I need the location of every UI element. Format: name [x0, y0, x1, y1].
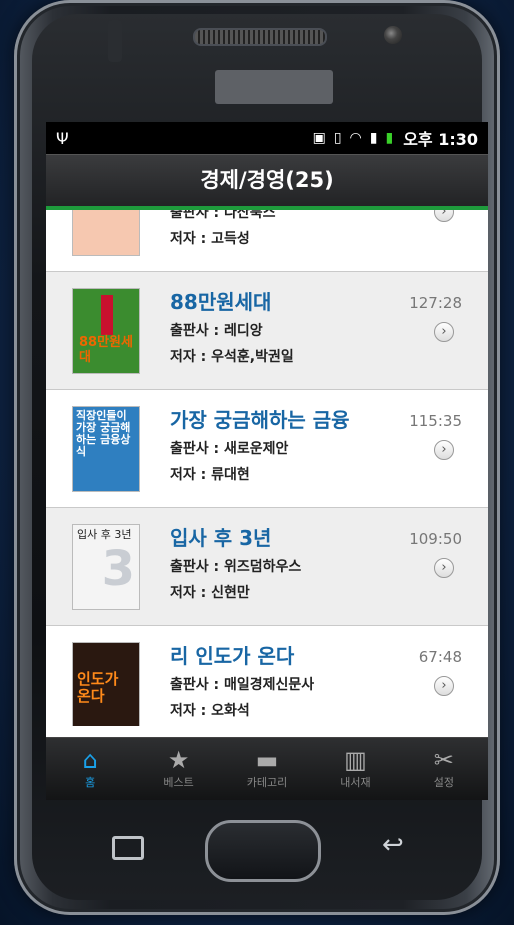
vibrate-icon: ▯ [333, 130, 342, 146]
phone-label-area [215, 70, 333, 104]
battery-icon: ▮ [385, 130, 394, 146]
book-duration: 115:35 [409, 412, 462, 430]
book-publisher: 출판사 : 새로운제안 [170, 441, 289, 457]
cover-title: 88만원세대 [79, 335, 133, 365]
book-publisher: 출판사 : 다산북스 [170, 210, 276, 221]
chevron-right-icon[interactable]: › [434, 676, 454, 696]
cover-title: 인도가 온다 [77, 670, 119, 705]
book-cover: 직장인들이 가장 궁금해하는 금융상식 [72, 406, 140, 492]
book-cover: 인도가 온다 [72, 642, 140, 726]
book-duration: 109:50 [409, 530, 462, 548]
usb-icon: Ψ [56, 128, 69, 148]
folder-icon: ▬ [255, 746, 279, 774]
clock: 오후 1:30 [403, 130, 478, 149]
book-title: 리 인도가 온다 [170, 644, 295, 668]
cover-title: 입사 후 3년 [77, 528, 132, 541]
app-screen: Ψ ▣ ▯ ◠ ▮ ▮ 오후 1:30 경제/경영(25) 출판사 : 다산북스… [46, 122, 488, 800]
book-list[interactable]: 출판사 : 다산북스 저자 : 고득성 › 88만원세대 88만원세대 127:… [46, 210, 488, 726]
tab-label: 홈 [85, 776, 96, 789]
book-author: 저자 : 류대현 [170, 467, 250, 483]
book-author: 저자 : 우석훈,박권일 [170, 349, 294, 365]
book-publisher: 출판사 : 레디앙 [170, 323, 263, 339]
home-icon: ⌂ [82, 746, 98, 774]
chevron-right-icon[interactable]: › [434, 210, 454, 222]
book-author: 저자 : 신현만 [170, 585, 250, 601]
tab-settings[interactable]: ✂ 설정 [400, 738, 488, 800]
tab-label: 카테고리 [246, 776, 288, 789]
tab-label: 내서재 [340, 776, 371, 789]
chevron-right-icon[interactable]: › [434, 322, 454, 342]
cover-title: 직장인들이 가장 궁금해하는 금융상식 [76, 409, 131, 459]
front-camera [384, 26, 402, 44]
wrench-icon: ✂ [433, 746, 454, 774]
book-publisher: 출판사 : 매일경제신문사 [170, 677, 315, 693]
tab-home[interactable]: ⌂ 홈 [46, 738, 134, 800]
signal-icon: ▮ [369, 130, 378, 146]
status-bar: Ψ ▣ ▯ ◠ ▮ ▮ 오후 1:30 [46, 122, 488, 154]
book-publisher: 출판사 : 위즈덤하우스 [170, 559, 302, 575]
tab-category[interactable]: ▬ 카테고리 [223, 738, 311, 800]
back-key-icon[interactable]: ↩ [382, 830, 404, 860]
list-item[interactable]: 인도가 온다 리 인도가 온다 67:48 출판사 : 매일경제신문사 저자 :… [46, 626, 488, 726]
star-icon: ★ [167, 746, 190, 774]
earpiece-speaker [193, 28, 327, 46]
tab-best[interactable]: ★ 베스트 [134, 738, 222, 800]
list-item[interactable]: 88만원세대 88만원세대 127:28 출판사 : 레디앙 저자 : 우석훈,… [46, 272, 488, 390]
book-title: 88만원세대 [170, 290, 272, 314]
book-duration: 127:28 [409, 294, 462, 312]
wifi-icon: ◠ [349, 130, 362, 146]
book-author: 저자 : 고득성 [170, 231, 250, 247]
chevron-right-icon[interactable]: › [434, 558, 454, 578]
home-key[interactable] [205, 820, 321, 882]
menu-key[interactable] [112, 836, 144, 860]
page-title: 경제/경영(25) [46, 154, 488, 210]
book-cover [72, 210, 140, 256]
tab-label: 설정 [433, 776, 454, 789]
tab-library[interactable]: ▥ 내서재 [311, 738, 399, 800]
tab-label: 베스트 [163, 776, 194, 789]
list-item[interactable]: 출판사 : 다산북스 저자 : 고득성 › [46, 210, 488, 272]
book-title: 가장 궁금해하는 금융 [170, 408, 350, 432]
book-author: 저자 : 오화석 [170, 703, 250, 719]
proximity-sensor [108, 20, 122, 62]
book-duration: 67:48 [418, 648, 462, 666]
book-cover: 88만원세대 [72, 288, 140, 374]
book-title: 입사 후 3년 [170, 526, 272, 550]
bottom-tab-bar: ⌂ 홈 ★ 베스트 ▬ 카테고리 ▥ 내서재 ✂ 설정 [46, 737, 488, 800]
chevron-right-icon[interactable]: › [434, 440, 454, 460]
bookshelf-icon: ▥ [344, 746, 367, 774]
list-item[interactable]: 직장인들이 가장 궁금해하는 금융상식 가장 궁금해하는 금융 115:35 출… [46, 390, 488, 508]
notification-icon: ▣ [312, 130, 326, 146]
book-cover: 입사 후 3년 3 [72, 524, 140, 610]
list-item[interactable]: 입사 후 3년 3 입사 후 3년 109:50 출판사 : 위즈덤하우스 저자… [46, 508, 488, 626]
